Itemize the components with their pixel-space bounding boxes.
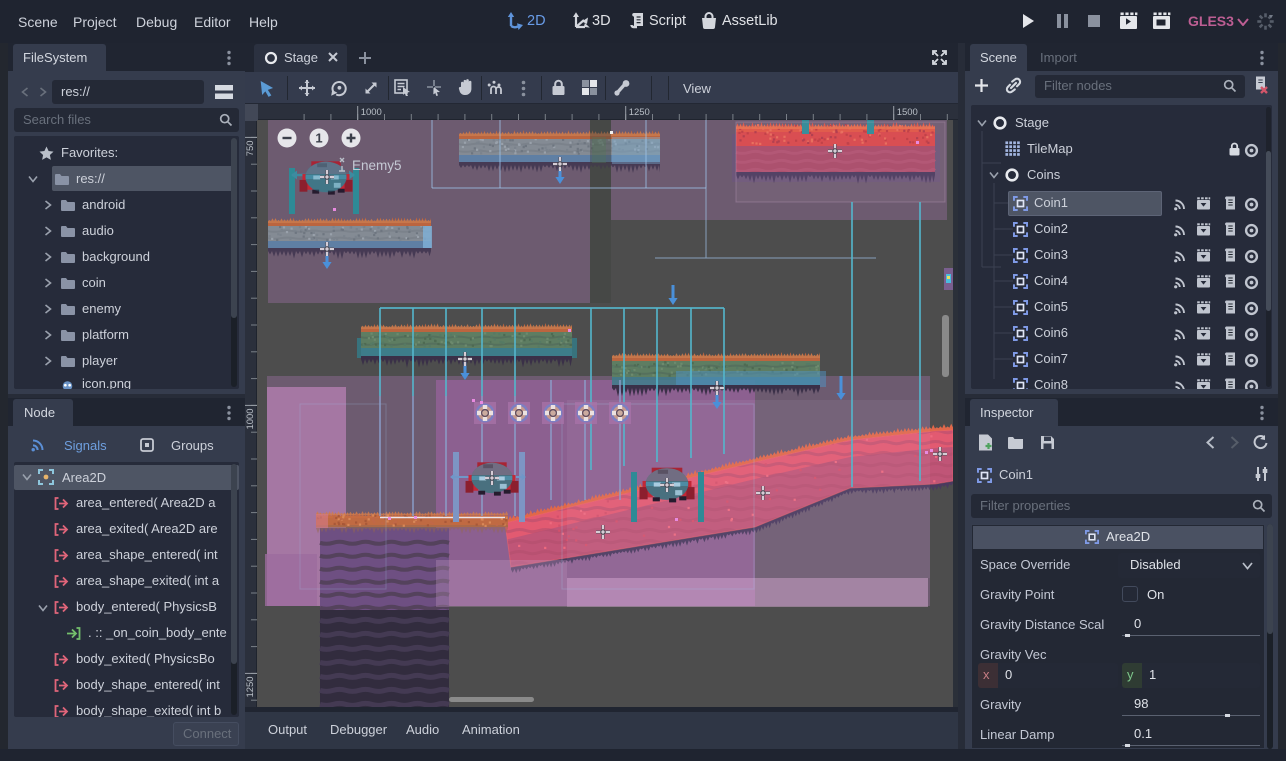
svg-text:1250: 1250 <box>629 107 650 118</box>
svg-text:Enemy5: Enemy5 <box>352 158 402 173</box>
svg-text:1250: 1250 <box>245 676 256 697</box>
svg-text:750: 750 <box>245 140 256 156</box>
svg-text:1: 1 <box>315 131 322 146</box>
svg-text:1000: 1000 <box>245 408 256 429</box>
svg-text:1500: 1500 <box>897 107 918 118</box>
svg-text:1000: 1000 <box>361 107 382 118</box>
